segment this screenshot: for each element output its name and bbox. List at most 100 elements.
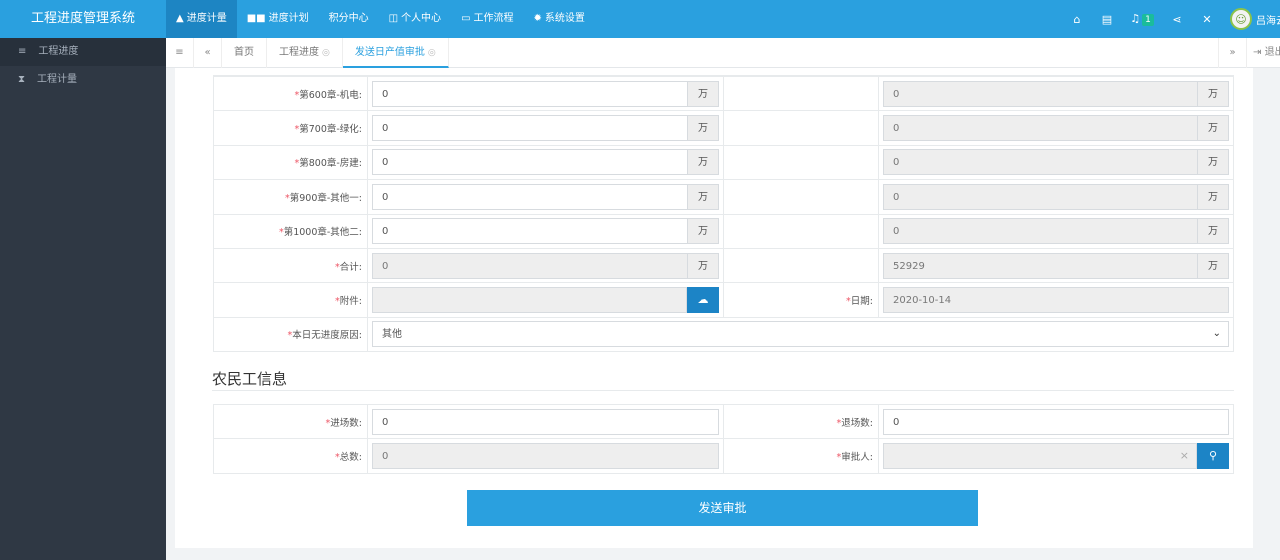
table-row: *第800章-房建: 0万 0万 — [213, 144, 1234, 181]
table-row: *第700章-绿化: 0万 0万 — [213, 110, 1234, 146]
exit-count-input[interactable]: 0 — [883, 408, 1229, 435]
field-label: *第700章-绿化: — [213, 110, 368, 146]
chapter-800-input[interactable]: 0 — [372, 149, 688, 176]
tab-scroll-left-icon[interactable]: « — [194, 37, 222, 68]
chapter-600-input[interactable]: 0 — [372, 80, 688, 107]
bell-icon[interactable]: ♫ 1 — [1122, 12, 1162, 26]
attachment-field — [372, 287, 687, 314]
fullscreen-icon[interactable]: ✕ — [1192, 13, 1222, 26]
user-name[interactable]: 吕海云 — [1256, 12, 1280, 27]
approver-field[interactable] — [883, 443, 1197, 470]
notification-badge: 1 — [1142, 14, 1154, 26]
table-row: *进场数: 0 *退场数: 0 — [213, 403, 1234, 440]
grid-icon: ■■ — [246, 13, 266, 24]
chapter-700-total: 0 — [883, 115, 1198, 142]
table-row: *合计: 0万 52929 万 — [213, 247, 1234, 284]
tab-bar-right: » ⇥ 退出 — [1218, 38, 1280, 68]
date-field[interactable]: 2020-10-14 — [883, 287, 1229, 314]
main-content: *第600章-机电: 0万 0万 *第700章-绿化: 0万 0万 *第800章… — [175, 68, 1253, 548]
topnav-progress-plan[interactable]: ■■ 进度计划 — [237, 0, 319, 38]
chapter-800-total: 0 — [883, 149, 1198, 176]
tab-close-icon[interactable]: ◎ — [428, 48, 436, 58]
list-icon: ≡ — [18, 46, 27, 57]
field-label: *合计: — [213, 247, 368, 284]
topnav-personal-center[interactable]: ◫ 个人中心 — [379, 0, 451, 38]
field-label: *第600章-机电: — [213, 75, 368, 112]
table-row: *第600章-机电: 0万 0万 — [213, 75, 1234, 112]
topnav-workflow[interactable]: ▭ 工作流程 — [451, 0, 523, 38]
no-progress-reason-select[interactable]: 其他 — [372, 321, 1229, 348]
avatar[interactable]: ☺ — [1230, 8, 1252, 30]
upload-button[interactable]: ☁ — [687, 287, 719, 314]
workers-form: *进场数: 0 *退场数: 0 *总数: 0 *审批人: × ⚲ — [213, 403, 1234, 474]
table-row: *本日无进度原因: 其他 ⌄ — [213, 316, 1234, 353]
sidebar: ≡ 工程进度 ⧗ 工程计量 — [0, 38, 166, 560]
table-row: *第1000章-其他二: 0万 0万 — [213, 213, 1234, 249]
section-title: 农民工信息 — [212, 370, 288, 388]
field-label: *总数: — [213, 438, 368, 474]
sidebar-item-label: 工程计量 — [37, 74, 78, 85]
topnav-label: 系统设置 — [544, 13, 585, 24]
unit-addon: 万 — [1198, 218, 1229, 245]
topnav-progress-measure[interactable]: ▲ 进度计量 — [166, 0, 237, 38]
unit-addon: 万 — [688, 115, 719, 142]
chevron-down-icon: ⌄ — [1212, 328, 1221, 340]
unit-addon: 万 — [1198, 80, 1229, 107]
field-label: *本日无进度原因: — [213, 316, 368, 353]
chapter-1000-input[interactable]: 0 — [372, 218, 688, 245]
field-label: *附件: — [213, 282, 368, 318]
tab-label: 工程进度 — [279, 46, 319, 58]
menu-toggle-icon[interactable]: ≡ — [166, 37, 194, 68]
sum-total: 52929 — [883, 252, 1198, 279]
monitor-icon: ▭ — [461, 13, 471, 24]
field-label: *第800章-房建: — [213, 144, 368, 181]
document-icon[interactable]: ▤ — [1092, 13, 1122, 26]
topnav-system-settings[interactable]: ✹ 系统设置 — [524, 0, 595, 38]
entry-count-input[interactable]: 0 — [372, 408, 719, 435]
tab-close-icon[interactable]: ◎ — [322, 48, 330, 58]
tab-scroll-right-icon[interactable]: » — [1218, 38, 1246, 68]
send-approval-button[interactable]: 发送审批 — [467, 490, 978, 526]
sidebar-item-measure[interactable]: ⧗ 工程计量 — [0, 66, 166, 94]
sum-field: 0 — [372, 252, 688, 279]
tab-bar: ≡ « 首页 工程进度◎ 发送日产值审批◎ » ⇥ 退出 — [166, 37, 1280, 68]
unit-addon: 万 — [688, 80, 719, 107]
hourglass-icon: ⧗ — [18, 74, 26, 85]
chapter-900-input[interactable]: 0 — [372, 183, 688, 210]
chapter-1000-total: 0 — [883, 218, 1198, 245]
logout-button[interactable]: ⇥ 退出 — [1246, 38, 1280, 68]
tab-send-approval[interactable]: 发送日产值审批 ◎ — [342, 37, 449, 68]
unit-addon: 万 — [1198, 252, 1229, 279]
topnav-points-center[interactable]: 积分中心 — [319, 0, 379, 38]
total-count-field: 0 — [372, 443, 719, 470]
sidebar-item-progress[interactable]: ≡ 工程进度 — [0, 38, 166, 66]
logout-label: 退出 — [1264, 47, 1280, 58]
tab-home[interactable]: 首页 — [222, 37, 267, 68]
search-icon: ⚲ — [1208, 449, 1218, 463]
field-label: *第900章-其他一: — [213, 179, 368, 215]
top-nav: ▲ 进度计量 ■■ 进度计划 积分中心 ◫ 个人中心 ▭ 工作流程 ✹ 系统设置 — [166, 0, 595, 38]
chart-icon: ▲ — [176, 13, 184, 24]
topnav-label: 个人中心 — [401, 13, 442, 24]
tab-label: 发送日产值审批 — [354, 46, 425, 58]
table-row: *总数: 0 *审批人: × ⚲ — [213, 438, 1234, 474]
section-divider — [212, 390, 1234, 391]
top-header: 工程进度管理系统 ▲ 进度计量 ■■ 进度计划 积分中心 ◫ 个人中心 ▭ 工作流程 ✹… — [0, 0, 1280, 38]
table-row: *附件: ☁ *日期: 2020-10-14 — [213, 282, 1234, 318]
unit-addon: 万 — [1198, 183, 1229, 210]
approver-search-button[interactable]: ⚲ — [1197, 443, 1229, 470]
topnav-label: 进度计量 — [186, 13, 227, 24]
clear-icon[interactable]: × — [1180, 443, 1189, 469]
home-icon[interactable]: ⌂ — [1062, 13, 1092, 26]
share-icon[interactable]: ⋖ — [1162, 13, 1192, 26]
output-form: *第600章-机电: 0万 0万 *第700章-绿化: 0万 0万 *第800章… — [213, 75, 1234, 353]
chapter-600-total: 0 — [883, 80, 1198, 107]
chapter-700-input[interactable]: 0 — [372, 115, 688, 142]
unit-addon: 万 — [1198, 149, 1229, 176]
tab-project-progress[interactable]: 工程进度 ◎ — [267, 37, 343, 68]
header-tools: ⌂ ▤ ♫1 ⋖ ✕ ☺ 吕海云 — [1062, 0, 1280, 38]
unit-addon: 万 — [1198, 115, 1229, 142]
gear-icon: ✹ — [533, 13, 542, 24]
unit-addon: 万 — [688, 149, 719, 176]
topnav-label: 工作流程 — [473, 13, 514, 24]
